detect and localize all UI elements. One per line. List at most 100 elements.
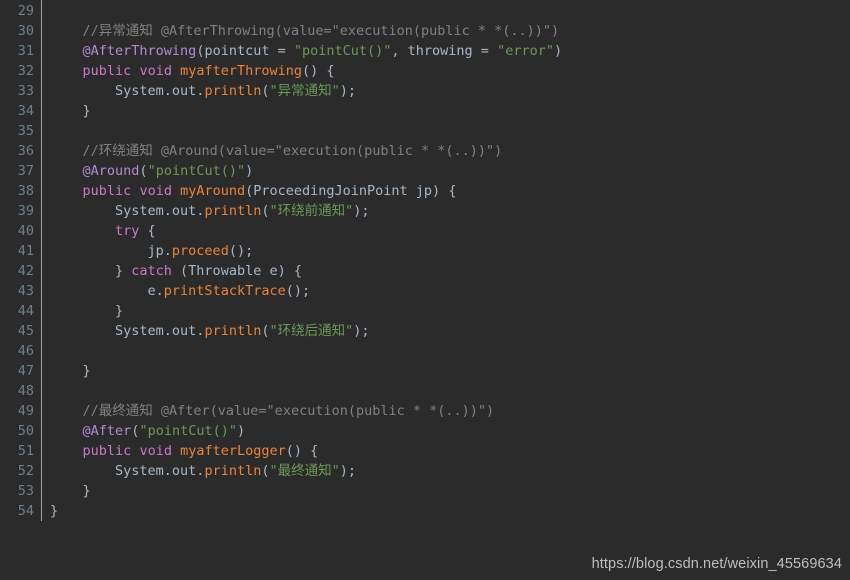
code-line[interactable]: 49 //最终通知 @After(value="execution(public…	[0, 400, 850, 421]
code-line[interactable]: 46	[0, 340, 850, 361]
line-number[interactable]: 52	[0, 461, 34, 481]
code-lines-container[interactable]: 29 30 //异常通知 @AfterThrowing(value="execut…	[0, 0, 850, 580]
code-editor[interactable]: 29 30 //异常通知 @AfterThrowing(value="execut…	[0, 0, 850, 580]
code-token-comment: //最终通知 @After(value="execution(public * …	[82, 403, 495, 419]
code-line[interactable]: 29	[0, 0, 850, 21]
code-line[interactable]: 32 public void myafterThrowing() {	[0, 60, 850, 81]
code-line[interactable]: 33 System.out.println("异常通知");	[0, 80, 850, 101]
code-line[interactable]: 50 @After("pointCut()")	[0, 420, 850, 441]
line-content[interactable]: }	[42, 301, 850, 321]
line-number[interactable]: 51	[0, 441, 34, 461]
line-content[interactable]: @Around("pointCut()")	[42, 161, 850, 181]
code-line[interactable]: 47 }	[0, 360, 850, 381]
line-number[interactable]: 49	[0, 401, 34, 421]
line-number[interactable]: 42	[0, 261, 34, 281]
line-content[interactable]: jp.proceed();	[42, 241, 850, 261]
code-line[interactable]: 30 //异常通知 @AfterThrowing(value="executio…	[0, 20, 850, 41]
code-token-plain: }	[50, 103, 91, 119]
line-number[interactable]: 31	[0, 41, 34, 61]
line-content[interactable]: System.out.println("最终通知");	[42, 461, 850, 481]
line-number[interactable]: 39	[0, 201, 34, 221]
code-line[interactable]: 38 public void myAround(ProceedingJoinPo…	[0, 180, 850, 201]
line-number[interactable]: 37	[0, 161, 34, 181]
line-content[interactable]: System.out.println("环绕前通知");	[42, 201, 850, 221]
line-content[interactable]: @After("pointCut()")	[42, 421, 850, 441]
line-number[interactable]: 38	[0, 181, 34, 201]
code-token-string: "pointCut()"	[139, 423, 237, 439]
line-number[interactable]: 33	[0, 81, 34, 101]
line-number[interactable]: 54	[0, 501, 34, 521]
line-number[interactable]: 32	[0, 61, 34, 81]
code-line[interactable]: 35	[0, 120, 850, 141]
code-line[interactable]: 39 System.out.println("环绕前通知");	[0, 200, 850, 221]
code-token-plain: jp.	[50, 243, 172, 259]
code-line[interactable]: 52 System.out.println("最终通知");	[0, 460, 850, 481]
line-content[interactable]: }	[42, 101, 850, 121]
line-number[interactable]: 46	[0, 341, 34, 361]
line-content[interactable]: public void myafterThrowing() {	[42, 61, 850, 81]
line-content[interactable]: //最终通知 @After(value="execution(public * …	[42, 401, 850, 421]
line-number[interactable]: 30	[0, 21, 34, 41]
line-number[interactable]: 43	[0, 281, 34, 301]
line-content[interactable]: try {	[42, 221, 850, 241]
line-content[interactable]: System.out.println("环绕后通知");	[42, 321, 850, 341]
line-number[interactable]: 40	[0, 221, 34, 241]
line-content[interactable]: e.printStackTrace();	[42, 281, 850, 301]
line-content[interactable]: System.out.println("异常通知");	[42, 81, 850, 101]
code-token-plain: );	[353, 203, 370, 219]
line-content[interactable]: @AfterThrowing(pointcut = "pointCut()", …	[42, 41, 850, 61]
line-number[interactable]: 44	[0, 301, 34, 321]
line-number[interactable]: 48	[0, 381, 34, 401]
line-number[interactable]: 35	[0, 121, 34, 141]
line-content[interactable]	[42, 121, 850, 141]
code-line[interactable]: 44 }	[0, 300, 850, 321]
code-token-string: "pointCut()"	[147, 163, 246, 179]
line-content[interactable]: //异常通知 @AfterThrowing(value="execution(p…	[42, 21, 850, 41]
watermark-url: https://blog.csdn.net/weixin_45569634	[591, 556, 842, 572]
code-token-anno: @AfterThrowing	[82, 43, 197, 59]
line-content[interactable]: public void myafterLogger() {	[42, 441, 850, 461]
line-content[interactable]: } catch (Throwable e) {	[42, 261, 850, 281]
line-content[interactable]	[42, 381, 850, 401]
gutter-separator	[34, 340, 42, 361]
code-line[interactable]: 31 @AfterThrowing(pointcut = "pointCut()…	[0, 40, 850, 61]
code-token-plain: System.out.	[50, 203, 205, 219]
code-line[interactable]: 36 //环绕通知 @Around(value="execution(publi…	[0, 140, 850, 161]
code-line[interactable]: 41 jp.proceed();	[0, 240, 850, 261]
gutter-separator	[34, 440, 42, 461]
code-line[interactable]: 51 public void myafterLogger() {	[0, 440, 850, 461]
code-token-string: "环绕前通知"	[269, 203, 354, 219]
gutter-separator	[34, 480, 42, 501]
line-content[interactable]: //环绕通知 @Around(value="execution(public *…	[42, 141, 850, 161]
line-content[interactable]: }	[42, 501, 850, 521]
line-content[interactable]: }	[42, 481, 850, 501]
line-number[interactable]: 50	[0, 421, 34, 441]
code-token-method: myafterThrowing	[180, 63, 303, 79]
line-number[interactable]: 36	[0, 141, 34, 161]
line-number[interactable]: 29	[0, 1, 34, 21]
line-content[interactable]: public void myAround(ProceedingJoinPoint…	[42, 181, 850, 201]
code-line[interactable]: 40 try {	[0, 220, 850, 241]
code-line[interactable]: 34 }	[0, 100, 850, 121]
line-number[interactable]: 45	[0, 321, 34, 341]
code-line[interactable]: 54}	[0, 500, 850, 521]
code-line[interactable]: 45 System.out.println("环绕后通知");	[0, 320, 850, 341]
code-token-string: "环绕后通知"	[269, 323, 354, 339]
line-number[interactable]: 53	[0, 481, 34, 501]
code-line[interactable]: 43 e.printStackTrace();	[0, 280, 850, 301]
code-token-plain: (Throwable e) {	[171, 263, 302, 279]
code-line[interactable]: 37 @Around("pointCut()")	[0, 160, 850, 181]
line-content[interactable]: }	[42, 361, 850, 381]
line-content[interactable]	[42, 341, 850, 361]
line-content[interactable]	[42, 1, 850, 21]
line-number[interactable]: 34	[0, 101, 34, 121]
code-line[interactable]: 42 } catch (Throwable e) {	[0, 260, 850, 281]
code-line[interactable]: 48	[0, 380, 850, 401]
line-number[interactable]: 47	[0, 361, 34, 381]
code-token-string: "异常通知"	[269, 83, 340, 99]
code-token-method: println	[204, 203, 262, 219]
line-number[interactable]: 41	[0, 241, 34, 261]
code-line[interactable]: 53 }	[0, 480, 850, 501]
